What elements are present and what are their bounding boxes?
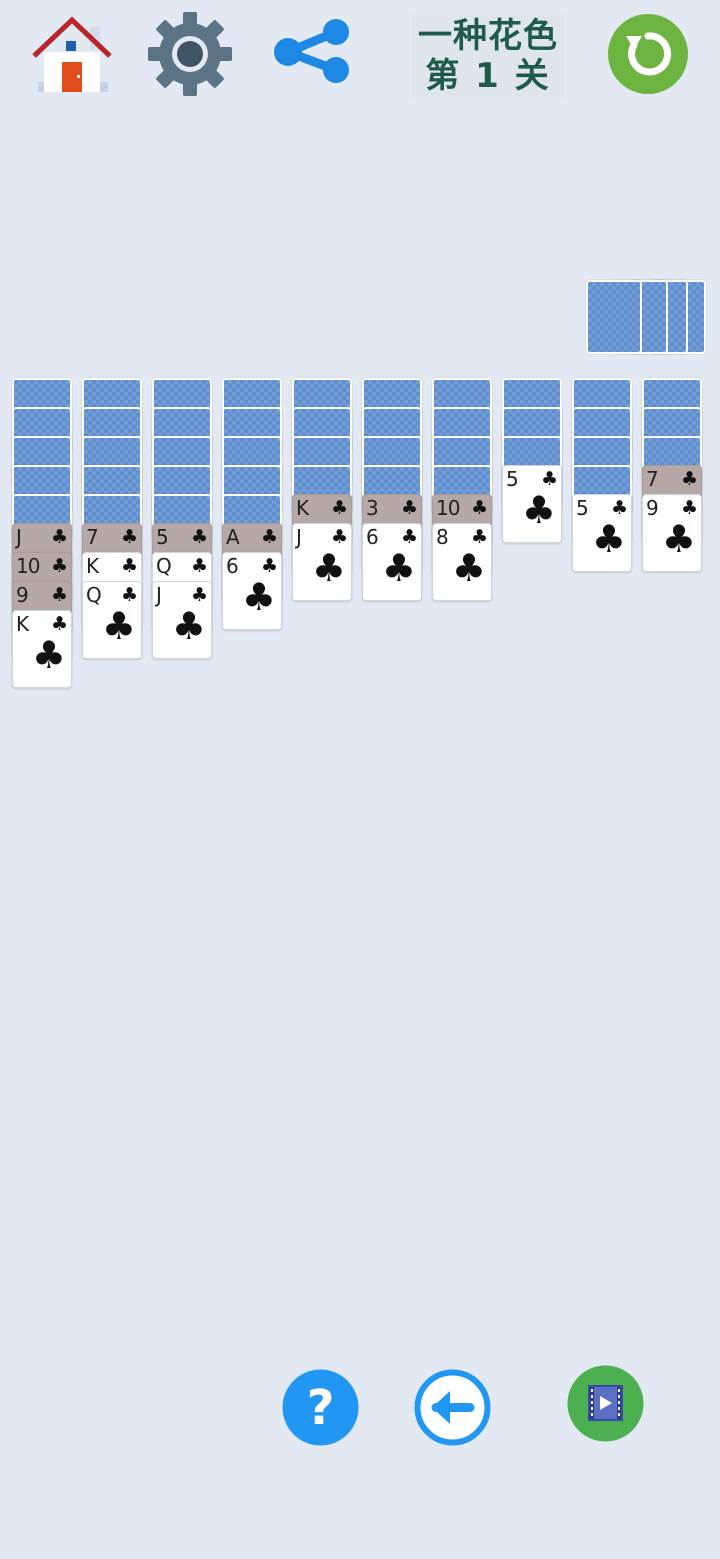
club-icon: ♣ [311,546,346,590]
card-rank: 7 [646,467,659,491]
club-icon: ♣ [241,575,276,619]
home-button[interactable] [30,14,114,98]
card-rank: K [86,554,99,578]
card-rank: 9 [16,583,29,607]
card-rank: 8 [436,525,449,549]
club-icon: ♣ [120,526,138,548]
face-up-card[interactable]: 5 ♣ ♣ [572,494,632,572]
help-button[interactable]: ? [282,1369,359,1446]
video-hint-icon [567,1365,644,1442]
home-icon [32,16,112,92]
video-hint-button[interactable] [567,1365,644,1442]
card-rank: 10 [436,496,460,520]
face-up-card[interactable]: Q ♣ ♣ [82,581,142,659]
card-rank: J [16,525,22,549]
face-up-card[interactable]: 6 ♣ ♣ [222,552,282,630]
club-icon: ♣ [330,497,348,519]
face-up-card[interactable]: J ♣ ♣ [152,581,212,659]
club-icon: ♣ [50,584,68,606]
svg-text:?: ? [307,1380,335,1436]
face-up-card[interactable]: J ♣ ♣ [292,523,352,601]
settings-button[interactable] [148,12,232,96]
card-rank: 7 [86,525,99,549]
club-icon: ♣ [451,546,486,590]
card-rank: K [296,496,309,520]
gear-icon [148,12,232,96]
undo-button[interactable] [414,1369,491,1446]
face-up-card[interactable]: K ♣ ♣ [12,610,72,688]
stock-card[interactable] [586,280,642,354]
club-icon: ♣ [381,546,416,590]
card-rank: Q [156,554,172,578]
club-icon: ♣ [470,497,488,519]
club-icon: ♣ [50,526,68,548]
club-icon: ♣ [400,497,418,519]
share-button[interactable] [270,14,354,94]
club-icon: ♣ [31,633,66,677]
card-rank: 9 [646,496,659,520]
club-icon: ♣ [190,526,208,548]
card-rank: 3 [366,496,379,520]
club-icon: ♣ [120,555,138,577]
card-rank: 6 [366,525,379,549]
club-icon: ♣ [661,517,696,561]
card-rank: 10 [16,554,40,578]
card-rank: J [296,525,302,549]
club-icon: ♣ [171,604,206,648]
level-title: 一种花色 第 1 关 [412,14,564,98]
face-up-card[interactable]: 5 ♣ ♣ [502,465,562,543]
face-up-card[interactable]: 9 ♣ ♣ [642,494,702,572]
restart-icon [608,14,688,94]
card-rank: 5 [156,525,169,549]
card-rank: 6 [226,554,239,578]
club-icon: ♣ [101,604,136,648]
restart-button[interactable] [608,14,688,94]
card-rank: Q [86,583,102,607]
club-icon: ♣ [591,517,626,561]
club-icon: ♣ [521,488,556,532]
undo-icon [414,1369,491,1446]
face-up-card[interactable]: 8 ♣ ♣ [432,523,492,601]
card-rank: K [16,612,29,636]
card-rank: J [156,583,162,607]
club-icon: ♣ [680,468,698,490]
club-icon: ♣ [260,526,278,548]
club-icon: ♣ [190,555,208,577]
club-icon: ♣ [50,555,68,577]
stock-pile[interactable] [584,280,706,360]
share-icon [274,19,349,83]
help-icon: ? [282,1369,359,1446]
card-rank: 5 [506,467,519,491]
level-number-label: 第 1 关 [425,56,551,96]
suit-mode-label: 一种花色 [418,16,558,56]
card-rank: A [226,525,240,549]
face-up-card[interactable]: 6 ♣ ♣ [362,523,422,601]
card-rank: 5 [576,496,589,520]
